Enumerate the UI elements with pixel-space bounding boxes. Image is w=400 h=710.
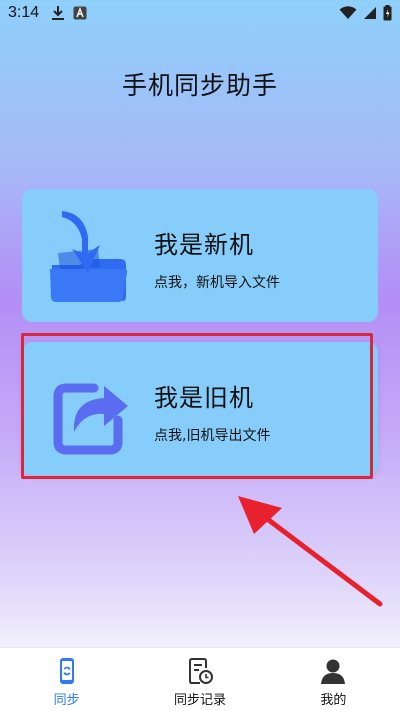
nav-label-sync: 同步 xyxy=(53,693,80,708)
download-icon xyxy=(52,6,65,20)
status-bar: 3:14 xyxy=(0,0,400,26)
nav-label-history: 同步记录 xyxy=(173,693,226,708)
highlight-box xyxy=(21,333,373,479)
phone-sync-icon xyxy=(59,658,74,684)
keyboard-icon xyxy=(73,6,87,20)
battery-icon xyxy=(383,5,392,21)
new-phone-text: 我是新机 点我，新机导入文件 xyxy=(154,225,280,292)
new-phone-card[interactable]: 我是新机 点我，新机导入文件 xyxy=(22,189,378,322)
status-left-icons xyxy=(51,5,87,21)
nav-label-mine: 我的 xyxy=(320,693,347,708)
nav-item-history[interactable]: 同步记录 xyxy=(133,648,266,710)
status-right-icons xyxy=(339,5,392,21)
bottom-nav: 同步 同步记录 我的 xyxy=(0,647,400,710)
folder-import-icon xyxy=(50,211,128,302)
red-arrow-icon xyxy=(238,496,383,607)
wifi-icon xyxy=(339,6,357,19)
new-phone-subtitle: 点我，新机导入文件 xyxy=(154,275,280,291)
new-phone-title: 我是新机 xyxy=(154,231,254,259)
history-icon xyxy=(188,658,213,684)
nav-item-sync[interactable]: 同步 xyxy=(0,648,133,710)
nav-item-mine[interactable]: 我的 xyxy=(267,648,400,710)
user-icon xyxy=(321,659,346,684)
app-title: 手机同步助手 xyxy=(121,71,278,100)
signal-icon xyxy=(364,7,376,19)
status-time: 3:14 xyxy=(8,4,40,21)
